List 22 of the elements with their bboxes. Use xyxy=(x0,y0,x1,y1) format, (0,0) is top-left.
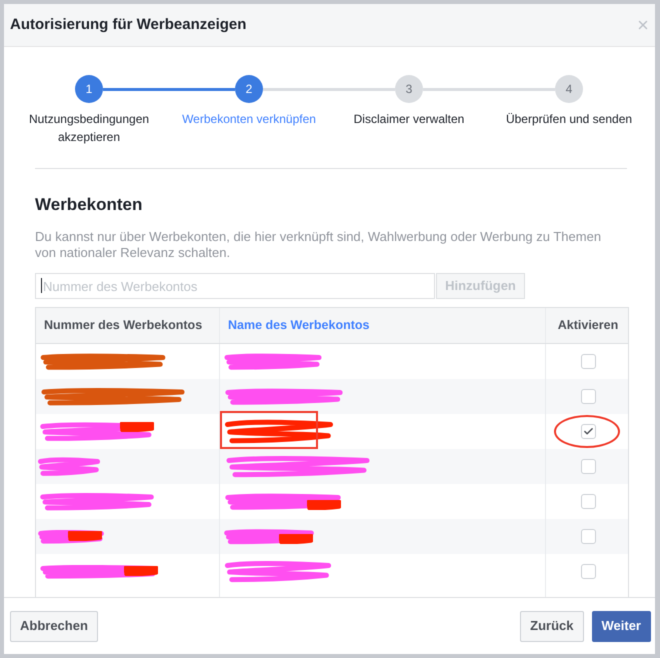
dialog-title: Autorisierung für Werbeanzeigen xyxy=(10,14,246,35)
check-icon xyxy=(582,426,594,437)
checkbox[interactable] xyxy=(580,494,596,509)
column-header[interactable]: Aktivieren xyxy=(558,316,618,335)
section-description: Du kannst nur über Werbekonten, die hier verknüpft sind, Wahlwerbung oder Werbung zu Themen von nationaler Relevanz schalten. xyxy=(35,229,602,261)
checkbox[interactable] xyxy=(580,424,596,439)
checkbox[interactable] xyxy=(580,389,596,404)
footer-button[interactable]: Abbrechen xyxy=(10,610,98,642)
account-number-field[interactable]: Nummer des Werbekontos xyxy=(35,273,435,299)
close-icon[interactable] xyxy=(636,18,650,32)
footer-button[interactable]: Zurück xyxy=(520,610,584,642)
step-label: Überprüfen und senden xyxy=(506,111,632,128)
step-label: Werbekonten verknüpfen xyxy=(182,111,316,128)
checkbox[interactable] xyxy=(580,529,596,544)
next-button[interactable]: Weiter xyxy=(592,610,651,642)
step-label: Nutzungsbedingungen akzeptieren xyxy=(28,111,150,146)
checkbox[interactable] xyxy=(580,459,596,474)
column-header[interactable]: Nummer des Werbekontos xyxy=(44,316,202,335)
step-label: Disclaimer verwalten xyxy=(354,111,464,128)
checkbox[interactable] xyxy=(580,354,596,369)
section-heading: Werbekonten xyxy=(35,194,142,216)
checkbox[interactable] xyxy=(580,564,596,579)
